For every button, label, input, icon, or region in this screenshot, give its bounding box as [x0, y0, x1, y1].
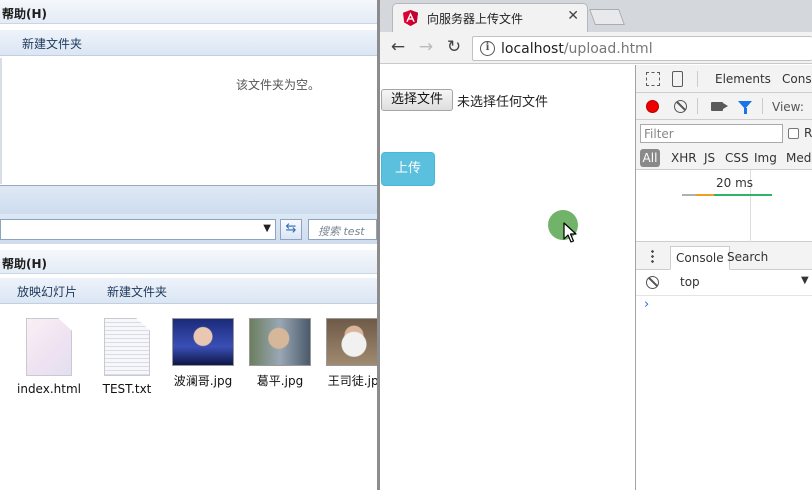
photo-thumbnail	[249, 318, 311, 366]
refresh-arrows-icon: ⇆	[285, 221, 297, 236]
timeline-bar	[682, 194, 696, 196]
timeline-label: 20 ms	[716, 176, 754, 190]
console-toolbar: top ▼	[636, 270, 812, 296]
separator	[762, 98, 763, 114]
network-toolbar: View:	[636, 93, 812, 120]
close-icon[interactable]: ✕	[567, 8, 579, 24]
browser-toolbar: ← → ↻ i localhost/upload.html	[380, 32, 812, 64]
filter-xhr[interactable]: XHR	[671, 149, 697, 167]
command-bar: 新建文件夹	[0, 30, 377, 56]
record-icon[interactable]	[646, 100, 659, 113]
window-title-strip	[0, 186, 377, 214]
separator	[697, 98, 698, 114]
angular-icon	[403, 10, 418, 26]
more-menu-icon[interactable]	[651, 249, 654, 263]
explorer-window-bottom: ▼ ⇆ 搜索 test 帮助(H) 放映幻灯片 新建文件夹 index.html…	[0, 186, 377, 490]
context-selector[interactable]: top	[680, 275, 700, 289]
new-folder-button[interactable]: 新建文件夹	[22, 35, 82, 52]
file-name: TEST.txt	[102, 382, 152, 396]
view-label: View:	[772, 100, 804, 114]
slideshow-button[interactable]: 放映幻灯片	[17, 283, 77, 300]
timeline-bar	[696, 194, 714, 196]
info-icon[interactable]: i	[480, 41, 495, 56]
clear-icon[interactable]	[674, 100, 687, 113]
menu-bar: 帮助(H)	[0, 0, 377, 24]
capture-screenshots-icon[interactable]	[711, 102, 728, 111]
tab-elements[interactable]: Elements	[715, 72, 771, 86]
command-bar: 放映幻灯片 新建文件夹	[0, 278, 377, 304]
separator	[697, 71, 698, 87]
filter-all[interactable]: All	[640, 149, 660, 167]
console-prompt[interactable]: ›	[644, 297, 649, 312]
upload-button[interactable]: 上传	[381, 152, 435, 186]
inspect-element-icon[interactable]	[646, 72, 660, 86]
menu-help[interactable]: 帮助(H)	[2, 5, 47, 22]
devtools-tab-bar: Elements Conso	[636, 65, 812, 93]
filter-row: Filter R	[636, 120, 812, 146]
file-name: 波澜哥.jpg	[173, 374, 233, 388]
menu-help[interactable]: 帮助(H)	[2, 255, 47, 272]
timeline-bar	[714, 194, 772, 196]
address-bar[interactable]: ▼	[0, 219, 276, 240]
drawer-tab-bar: Console Search	[636, 242, 812, 270]
text-file-icon	[104, 318, 150, 376]
file-item[interactable]: TEST.txt	[87, 318, 167, 396]
dropdown-arrow-icon[interactable]: ▼	[801, 275, 809, 286]
url-text: localhost/upload.html	[501, 41, 653, 57]
new-tab-button[interactable]	[589, 9, 625, 25]
search-input[interactable]: 搜索 test	[308, 219, 377, 240]
filter-img[interactable]: Img	[754, 149, 777, 167]
back-arrow-icon[interactable]: ←	[387, 37, 409, 59]
refresh-button[interactable]: ⇆	[280, 219, 302, 240]
drawer-tab-console[interactable]: Console	[670, 246, 730, 270]
tab-title: 向服务器上传文件	[427, 12, 524, 26]
page-viewport: 选择文件 未选择任何文件 上传	[380, 65, 635, 490]
file-name: index.html	[17, 382, 81, 396]
new-folder-button[interactable]: 新建文件夹	[107, 283, 167, 300]
html-file-icon	[26, 318, 72, 376]
filter-icon[interactable]	[738, 101, 752, 114]
file-name: 葛平.jpg	[256, 374, 304, 388]
address-row: ▼ ⇆ 搜索 test	[0, 214, 377, 244]
no-file-label: 未选择任何文件	[457, 95, 549, 110]
drawer-tab-search[interactable]: Search	[722, 246, 773, 270]
file-item[interactable]: 葛平.jpg	[240, 318, 320, 389]
filter-media[interactable]: Medi	[786, 149, 812, 167]
type-filter-row: All XHR JS CSS Img Medi	[636, 146, 812, 170]
regex-label: R	[804, 126, 812, 140]
filter-input[interactable]: Filter	[640, 124, 783, 143]
device-toolbar-icon[interactable]	[672, 71, 683, 87]
devtools-panel: Elements Conso View: Filter R All XHR JS…	[635, 65, 812, 490]
file-list: index.html TEST.txt 波澜哥.jpg 葛平.jpg 王司徒.j…	[0, 314, 377, 414]
browser-tab[interactable]: 向服务器上传文件 ✕	[392, 3, 588, 32]
browser-window: 向服务器上传文件 ✕ ← → ↻ i localhost/upload.html…	[380, 0, 812, 490]
dropdown-arrow-icon[interactable]: ▼	[263, 223, 271, 234]
network-overview: 20 ms	[636, 170, 812, 242]
file-name: 王司徒.jpg	[327, 374, 377, 388]
filter-js[interactable]: JS	[704, 149, 715, 167]
file-item[interactable]: 王司徒.jpg	[317, 318, 377, 389]
mouse-cursor-icon	[563, 222, 577, 243]
folder-content-pane	[0, 58, 377, 184]
choose-file-button[interactable]: 选择文件	[381, 89, 453, 111]
photo-thumbnail	[326, 318, 377, 366]
reload-icon[interactable]: ↻	[443, 37, 465, 59]
forward-arrow-icon[interactable]: →	[415, 37, 437, 59]
address-bar[interactable]: i localhost/upload.html	[472, 36, 812, 61]
photo-thumbnail	[172, 318, 234, 366]
menu-bar: 帮助(H)	[0, 250, 377, 274]
file-item[interactable]: 波澜哥.jpg	[163, 318, 243, 389]
empty-folder-message: 该文件夹为空。	[236, 78, 321, 92]
tab-console[interactable]: Conso	[782, 72, 812, 86]
filter-css[interactable]: CSS	[725, 149, 749, 167]
file-item[interactable]: index.html	[9, 318, 89, 396]
explorer-window-top: 帮助(H) 新建文件夹 该文件夹为空。	[0, 0, 377, 186]
clear-console-icon[interactable]	[646, 276, 659, 289]
regex-checkbox[interactable]	[788, 128, 799, 139]
tab-strip: 向服务器上传文件 ✕	[380, 0, 812, 32]
